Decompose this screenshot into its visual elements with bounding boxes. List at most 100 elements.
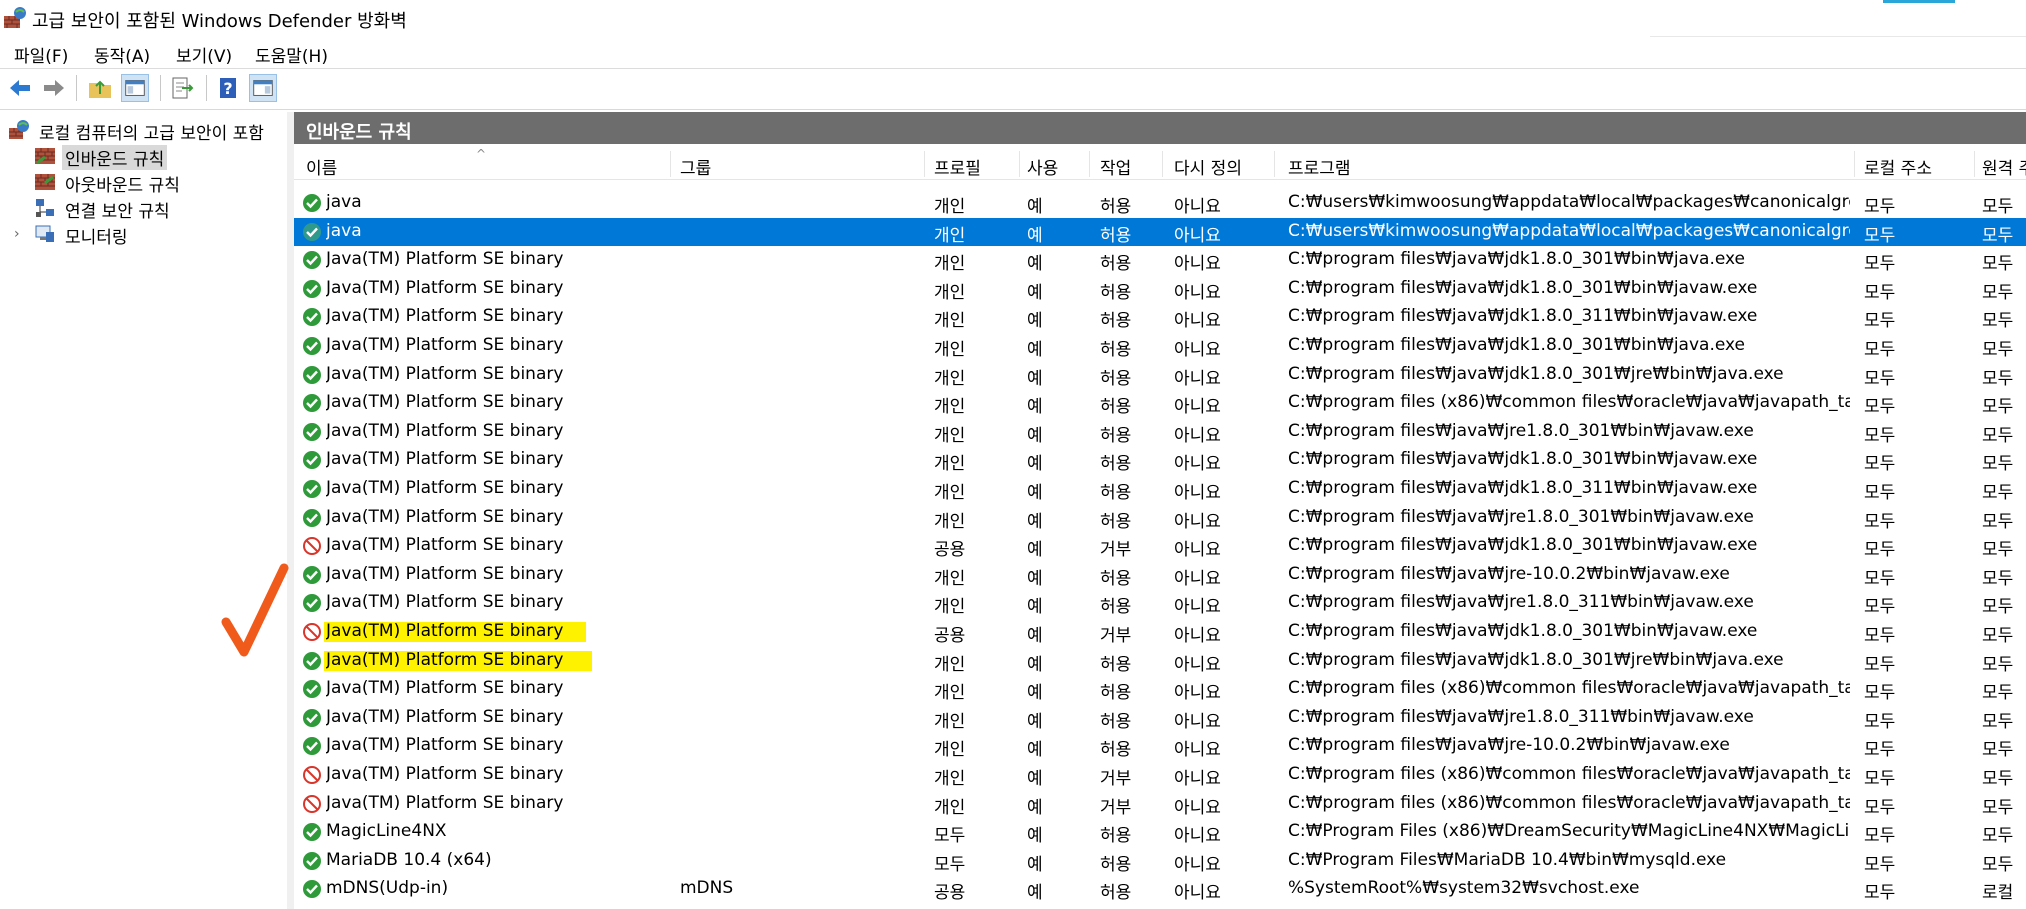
menu-bar: 파일(F) 동작(A) 보기(V) 도움말(H)	[0, 38, 2026, 69]
rule-enabled: 예	[1027, 397, 1043, 418]
action-pane-icon[interactable]	[249, 74, 277, 102]
rule-remote-address: 모두	[1982, 626, 2014, 646]
column-divider[interactable]	[1019, 151, 1020, 177]
table-row[interactable]: Java(TM) Platform SE binary 개인 예 허용 아니요 C:₩pr…	[294, 561, 2026, 589]
rule-action: 거부	[1100, 626, 1132, 646]
table-row[interactable]: java 개인 예 허용 아니요 C:₩users₩kimwoosung₩appdata₩…	[294, 217, 2026, 246]
rule-override: 아니요	[1174, 397, 1221, 418]
table-row[interactable]: Java(TM) Platform SE binary 개인 예 거부 아니요 C:₩pr…	[294, 761, 2026, 789]
column-divider[interactable]	[1089, 151, 1090, 177]
table-row[interactable]: Java(TM) Platform SE binary 개인 예 허용 아니요 C:₩pr…	[294, 704, 2026, 732]
table-row[interactable]: Java(TM) Platform SE binary 개인 예 허용 아니요 C:₩pr…	[294, 675, 2026, 703]
export-icon[interactable]	[168, 74, 196, 102]
column-divider[interactable]	[1854, 151, 1855, 177]
table-row[interactable]: mDNS(Udp-in) mDNS 공용 예 허용 아니요 %SystemRoot%₩sys…	[294, 875, 2026, 903]
rule-program: C:₩Program Files₩MariaDB 10.4₩bin₩mysqld…	[1288, 849, 1727, 870]
menu-action[interactable]: 동작(A)	[92, 42, 152, 67]
table-row[interactable]: Java(TM) Platform SE binary 개인 예 허용 아니요 C:₩pr…	[294, 446, 2026, 474]
show-hide-tree-icon[interactable]	[121, 74, 149, 102]
rule-program: C:₩program files₩java₩jdk1.8.0_301₩jre₩b…	[1288, 363, 1784, 384]
rule-enabled: 예	[1027, 225, 1043, 246]
column-divider[interactable]	[924, 151, 925, 177]
rule-remote-address: 모두	[1982, 683, 2014, 704]
tree-item-label: 모니터링	[65, 228, 128, 248]
expand-chevron-icon[interactable]: ›	[14, 226, 20, 242]
column-header-group[interactable]: 그룹	[680, 154, 711, 179]
rule-enabled: 예	[1027, 368, 1043, 389]
menu-view[interactable]: 보기(V)	[174, 42, 234, 67]
table-row[interactable]: Java(TM) Platform SE binary 개인 예 허용 아니요 C:₩pr…	[294, 732, 2026, 760]
column-divider[interactable]	[1974, 151, 1975, 177]
rule-profile: 개인	[934, 225, 966, 246]
allow-check-icon	[303, 651, 321, 670]
table-row[interactable]: Java(TM) Platform SE binary 개인 예 허용 아니요 C:₩pr…	[294, 361, 2026, 389]
table-row[interactable]: Java(TM) Platform SE binary 개인 예 허용 아니요 C:₩pr…	[294, 332, 2026, 360]
rule-override: 아니요	[1174, 540, 1221, 561]
back-icon[interactable]	[6, 74, 34, 102]
rule-override: 아니요	[1174, 282, 1221, 303]
rule-program: %SystemRoot%₩system32₩svchost.exe	[1288, 878, 1640, 899]
column-header-name[interactable]: 이름	[306, 154, 337, 179]
inbound-rules-icon	[35, 148, 55, 165]
tree-item-label: 연결 보안 규칙	[65, 202, 170, 222]
table-row[interactable]: Java(TM) Platform SE binary 개인 예 허용 아니요 C:₩pr…	[294, 589, 2026, 617]
pane-header: 인바운드 규칙	[294, 112, 2026, 144]
forward-icon[interactable]	[40, 74, 68, 102]
allow-check-icon	[303, 823, 321, 842]
pane-title: 인바운드 규칙	[306, 122, 412, 143]
up-folder-icon[interactable]	[86, 74, 114, 102]
column-header-action[interactable]: 작업	[1100, 154, 1131, 179]
firewall-app-icon	[4, 7, 26, 28]
rule-program: C:₩program files₩java₩jdk1.8.0_301₩bin₩j…	[1288, 277, 1758, 298]
column-divider[interactable]	[1162, 151, 1163, 177]
column-header-local-address[interactable]: 로컬 주소	[1864, 154, 1932, 179]
table-row[interactable]: Java(TM) Platform SE binary 개인 예 허용 아니요 C:₩pr…	[294, 475, 2026, 503]
table-row[interactable]: Java(TM) Platform SE binary 개인 예 허용 아니요 C:₩pr…	[294, 418, 2026, 446]
sort-ascending-icon: ^	[476, 147, 487, 161]
table-row[interactable]: Java(TM) Platform SE binary 공용 예 거부 아니요 C:₩pr…	[294, 618, 2026, 646]
table-row[interactable]: MagicLine4NX 모두 예 허용 아니요 C:₩Program Files (x8…	[294, 818, 2026, 846]
table-row[interactable]: Java(TM) Platform SE binary 공용 예 거부 아니요 C:₩pr…	[294, 532, 2026, 560]
column-divider[interactable]	[670, 151, 671, 177]
help-icon[interactable]: ?	[214, 74, 242, 102]
toolbar: ?	[0, 69, 2026, 110]
pane-splitter[interactable]	[287, 112, 294, 909]
table-row[interactable]: Java(TM) Platform SE binary 개인 예 허용 아니요 C:₩pr…	[294, 246, 2026, 274]
rule-name: Java(TM) Platform SE binary	[326, 478, 564, 498]
rule-local-address: 모두	[1864, 511, 1896, 532]
rule-override: 아니요	[1174, 311, 1221, 332]
column-divider[interactable]	[1274, 151, 1275, 177]
table-row[interactable]: MariaDB 10.4 (x64) 모두 예 허용 아니요 C:₩Program Fil…	[294, 847, 2026, 875]
table-row[interactable]: java 개인 예 허용 아니요 C:₩users₩kimwoosung₩appdata₩…	[294, 189, 2026, 217]
rule-program: C:₩program files₩java₩jre1.8.0_301₩bin₩j…	[1288, 420, 1754, 441]
rule-action: 허용	[1100, 711, 1132, 732]
rule-enabled: 예	[1027, 597, 1043, 618]
rule-enabled: 예	[1027, 425, 1043, 446]
table-row[interactable]: Java(TM) Platform SE binary 개인 예 허용 아니요 C:₩pr…	[294, 303, 2026, 331]
table-row[interactable]: Java(TM) Platform SE binary 개인 예 허용 아니요 C:₩pr…	[294, 504, 2026, 532]
table-row[interactable]: Java(TM) Platform SE binary 개인 예 허용 아니요 C:₩pr…	[294, 389, 2026, 417]
menu-file[interactable]: 파일(F)	[12, 42, 70, 67]
allow-check-icon	[303, 680, 321, 699]
rule-remote-address: 모두	[1982, 568, 2014, 589]
rule-enabled: 예	[1027, 511, 1043, 532]
column-header-enabled[interactable]: 사용	[1027, 154, 1058, 179]
table-row[interactable]: Java(TM) Platform SE binary 개인 예 거부 아니요 C:₩pr…	[294, 790, 2026, 818]
rule-override: 아니요	[1174, 340, 1221, 360]
rule-name: Java(TM) Platform SE binary	[326, 621, 564, 641]
allow-check-icon	[303, 708, 321, 727]
rule-remote-address: 모두	[1982, 540, 2014, 561]
table-row[interactable]: Java(TM) Platform SE binary 개인 예 허용 아니요 C:₩pr…	[294, 275, 2026, 303]
column-header-remote-address[interactable]: 원격 주	[1982, 154, 2026, 179]
rules-pane: 인바운드 규칙 이름 ^ 그룹 프로필 사용 작업 다시 정의 프로그램 로컬 …	[294, 112, 2026, 909]
column-header-program[interactable]: 프로그램	[1288, 154, 1351, 179]
rule-program: C:₩program files₩java₩jre1.8.0_301₩bin₩j…	[1288, 506, 1754, 527]
rule-local-address: 모두	[1864, 683, 1896, 704]
rule-local-address: 모두	[1864, 797, 1896, 818]
table-row[interactable]: Java(TM) Platform SE binary 개인 예 허용 아니요 C:₩pr…	[294, 647, 2026, 675]
rule-name: Java(TM) Platform SE binary	[326, 563, 564, 584]
rule-program: C:₩program files₩java₩jre1.8.0_311₩bin₩j…	[1288, 592, 1754, 613]
column-header-override[interactable]: 다시 정의	[1174, 154, 1242, 179]
column-header-profile[interactable]: 프로필	[934, 154, 981, 179]
menu-help[interactable]: 도움말(H)	[253, 42, 330, 67]
